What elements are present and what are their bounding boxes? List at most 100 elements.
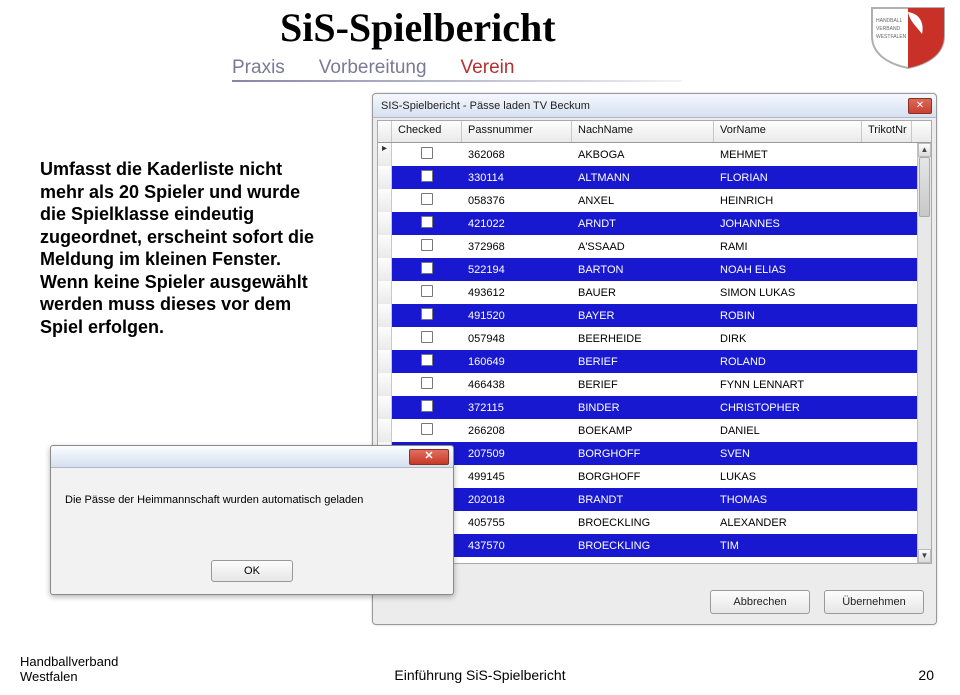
cell-vorname: RAMI bbox=[714, 241, 862, 253]
table-row[interactable]: ▸362068AKBOGAMEHMET bbox=[378, 143, 931, 166]
row-selector-icon[interactable] bbox=[378, 373, 392, 396]
dialog-paesse-laden: SIS-Spielbericht - Pässe laden TV Beckum… bbox=[372, 93, 937, 625]
table-row[interactable]: 437570BROECKLINGTIM bbox=[378, 534, 931, 557]
checkbox[interactable] bbox=[421, 423, 433, 435]
dialog-title-text: SIS-Spielbericht - Pässe laden TV Beckum bbox=[381, 100, 590, 112]
nav-breadcrumb: Praxis Vorbereitung Verein bbox=[232, 54, 682, 82]
row-selector-icon[interactable] bbox=[378, 350, 392, 373]
checkbox-cell[interactable] bbox=[392, 147, 462, 162]
cell-nachname: BORGHOFF bbox=[572, 471, 714, 483]
table-row[interactable]: 421022ARNDTJOHANNES bbox=[378, 212, 931, 235]
checkbox-cell[interactable] bbox=[392, 193, 462, 208]
cell-vorname: THOMAS bbox=[714, 494, 862, 506]
row-selector-icon[interactable] bbox=[378, 304, 392, 327]
cell-vorname: NOAH ELIAS bbox=[714, 264, 862, 276]
row-selector-icon[interactable]: ▸ bbox=[378, 143, 392, 166]
checkbox[interactable] bbox=[421, 400, 433, 412]
cell-passnummer: 421022 bbox=[462, 218, 572, 230]
col-trikotnr[interactable]: TrikotNr bbox=[862, 121, 912, 142]
cell-nachname: AKBOGA bbox=[572, 149, 714, 161]
uebernehmen-button[interactable]: Übernehmen bbox=[824, 590, 924, 614]
table-row[interactable]: 266208BOEKAMPDANIEL bbox=[378, 419, 931, 442]
vertical-scrollbar[interactable]: ▲ ▼ bbox=[917, 143, 931, 563]
checkbox-cell[interactable] bbox=[392, 377, 462, 392]
checkbox-cell[interactable] bbox=[392, 216, 462, 231]
row-selector-icon[interactable] bbox=[378, 235, 392, 258]
checkbox-cell[interactable] bbox=[392, 308, 462, 323]
scroll-down-icon[interactable]: ▼ bbox=[918, 549, 931, 563]
table-row[interactable]: 202018BRANDTTHOMAS bbox=[378, 488, 931, 511]
table-row[interactable]: 058376ANXELHEINRICH bbox=[378, 189, 931, 212]
col-nachname[interactable]: NachName bbox=[572, 121, 714, 142]
checkbox[interactable] bbox=[421, 354, 433, 366]
checkbox[interactable] bbox=[421, 331, 433, 343]
table-row[interactable]: 160649BERIEFROLAND bbox=[378, 350, 931, 373]
table-row[interactable]: 522194BARTONNOAH ELIAS bbox=[378, 258, 931, 281]
table-row[interactable]: 372968A'SSAADRAMI bbox=[378, 235, 931, 258]
row-selector-icon[interactable] bbox=[378, 396, 392, 419]
nav-praxis: Praxis bbox=[232, 57, 285, 79]
table-row[interactable]: 405755BROECKLINGALEXANDER bbox=[378, 511, 931, 534]
table-row[interactable]: 057948BEERHEIDEDIRK bbox=[378, 327, 931, 350]
checkbox[interactable] bbox=[421, 262, 433, 274]
cell-passnummer: 522194 bbox=[462, 264, 572, 276]
col-vorname[interactable]: VorName bbox=[714, 121, 862, 142]
cell-vorname: JOHANNES bbox=[714, 218, 862, 230]
row-selector-icon[interactable] bbox=[378, 166, 392, 189]
checkbox[interactable] bbox=[421, 193, 433, 205]
table-row[interactable]: 466438BERIEFFYNN LENNART bbox=[378, 373, 931, 396]
checkbox[interactable] bbox=[421, 377, 433, 389]
logo-handballverband: HANDBALL VERBAND WESTFALEN bbox=[866, 2, 950, 70]
checkbox[interactable] bbox=[421, 239, 433, 251]
cell-vorname: DIRK bbox=[714, 333, 862, 345]
table-row[interactable]: 493612BAUERSIMON LUKAS bbox=[378, 281, 931, 304]
abbrechen-button[interactable]: Abbrechen bbox=[710, 590, 810, 614]
checkbox-cell[interactable] bbox=[392, 239, 462, 254]
row-selector-icon[interactable] bbox=[378, 281, 392, 304]
cell-vorname: SVEN bbox=[714, 448, 862, 460]
cell-passnummer: 330114 bbox=[462, 172, 572, 184]
scroll-thumb[interactable] bbox=[919, 157, 930, 217]
table-row[interactable]: 372115BINDERCHRISTOPHER bbox=[378, 396, 931, 419]
cell-nachname: BEERHEIDE bbox=[572, 333, 714, 345]
checkbox-cell[interactable] bbox=[392, 170, 462, 185]
cell-passnummer: 057948 bbox=[462, 333, 572, 345]
table-row[interactable]: 207509BORGHOFFSVEN bbox=[378, 442, 931, 465]
cell-nachname: BERIEF bbox=[572, 379, 714, 391]
checkbox-cell[interactable] bbox=[392, 400, 462, 415]
row-selector-icon[interactable] bbox=[378, 419, 392, 442]
checkbox-cell[interactable] bbox=[392, 423, 462, 438]
cell-vorname: ROBIN bbox=[714, 310, 862, 322]
scroll-up-icon[interactable]: ▲ bbox=[918, 143, 931, 157]
row-selector-icon[interactable] bbox=[378, 189, 392, 212]
checkbox-cell[interactable] bbox=[392, 285, 462, 300]
table-row[interactable]: 330114ALTMANNFLORIAN bbox=[378, 166, 931, 189]
cell-nachname: ANXEL bbox=[572, 195, 714, 207]
close-icon[interactable]: ✕ bbox=[409, 449, 449, 465]
checkbox-cell[interactable] bbox=[392, 331, 462, 346]
close-icon[interactable]: ✕ bbox=[908, 98, 932, 114]
cell-passnummer: 372968 bbox=[462, 241, 572, 253]
checkbox[interactable] bbox=[421, 170, 433, 182]
row-selector-icon[interactable] bbox=[378, 212, 392, 235]
table-row[interactable]: 491520BAYERROBIN bbox=[378, 304, 931, 327]
table-row[interactable]: 499145BORGHOFFLUKAS bbox=[378, 465, 931, 488]
cell-vorname: ROLAND bbox=[714, 356, 862, 368]
row-selector-icon[interactable] bbox=[378, 258, 392, 281]
col-checked[interactable]: Checked bbox=[392, 121, 462, 142]
checkbox-cell[interactable] bbox=[392, 354, 462, 369]
cell-nachname: BOEKAMP bbox=[572, 425, 714, 437]
cell-passnummer: 437570 bbox=[462, 540, 572, 552]
checkbox[interactable] bbox=[421, 308, 433, 320]
checkbox-cell[interactable] bbox=[392, 262, 462, 277]
checkbox[interactable] bbox=[421, 147, 433, 159]
cell-passnummer: 499145 bbox=[462, 471, 572, 483]
row-selector-icon[interactable] bbox=[378, 327, 392, 350]
cell-nachname: BROECKLING bbox=[572, 517, 714, 529]
checkbox[interactable] bbox=[421, 216, 433, 228]
ok-button[interactable]: OK bbox=[211, 560, 293, 582]
checkbox[interactable] bbox=[421, 285, 433, 297]
svg-text:VERBAND: VERBAND bbox=[876, 26, 901, 32]
cell-nachname: BROECKLING bbox=[572, 540, 714, 552]
col-passnummer[interactable]: Passnummer bbox=[462, 121, 572, 142]
